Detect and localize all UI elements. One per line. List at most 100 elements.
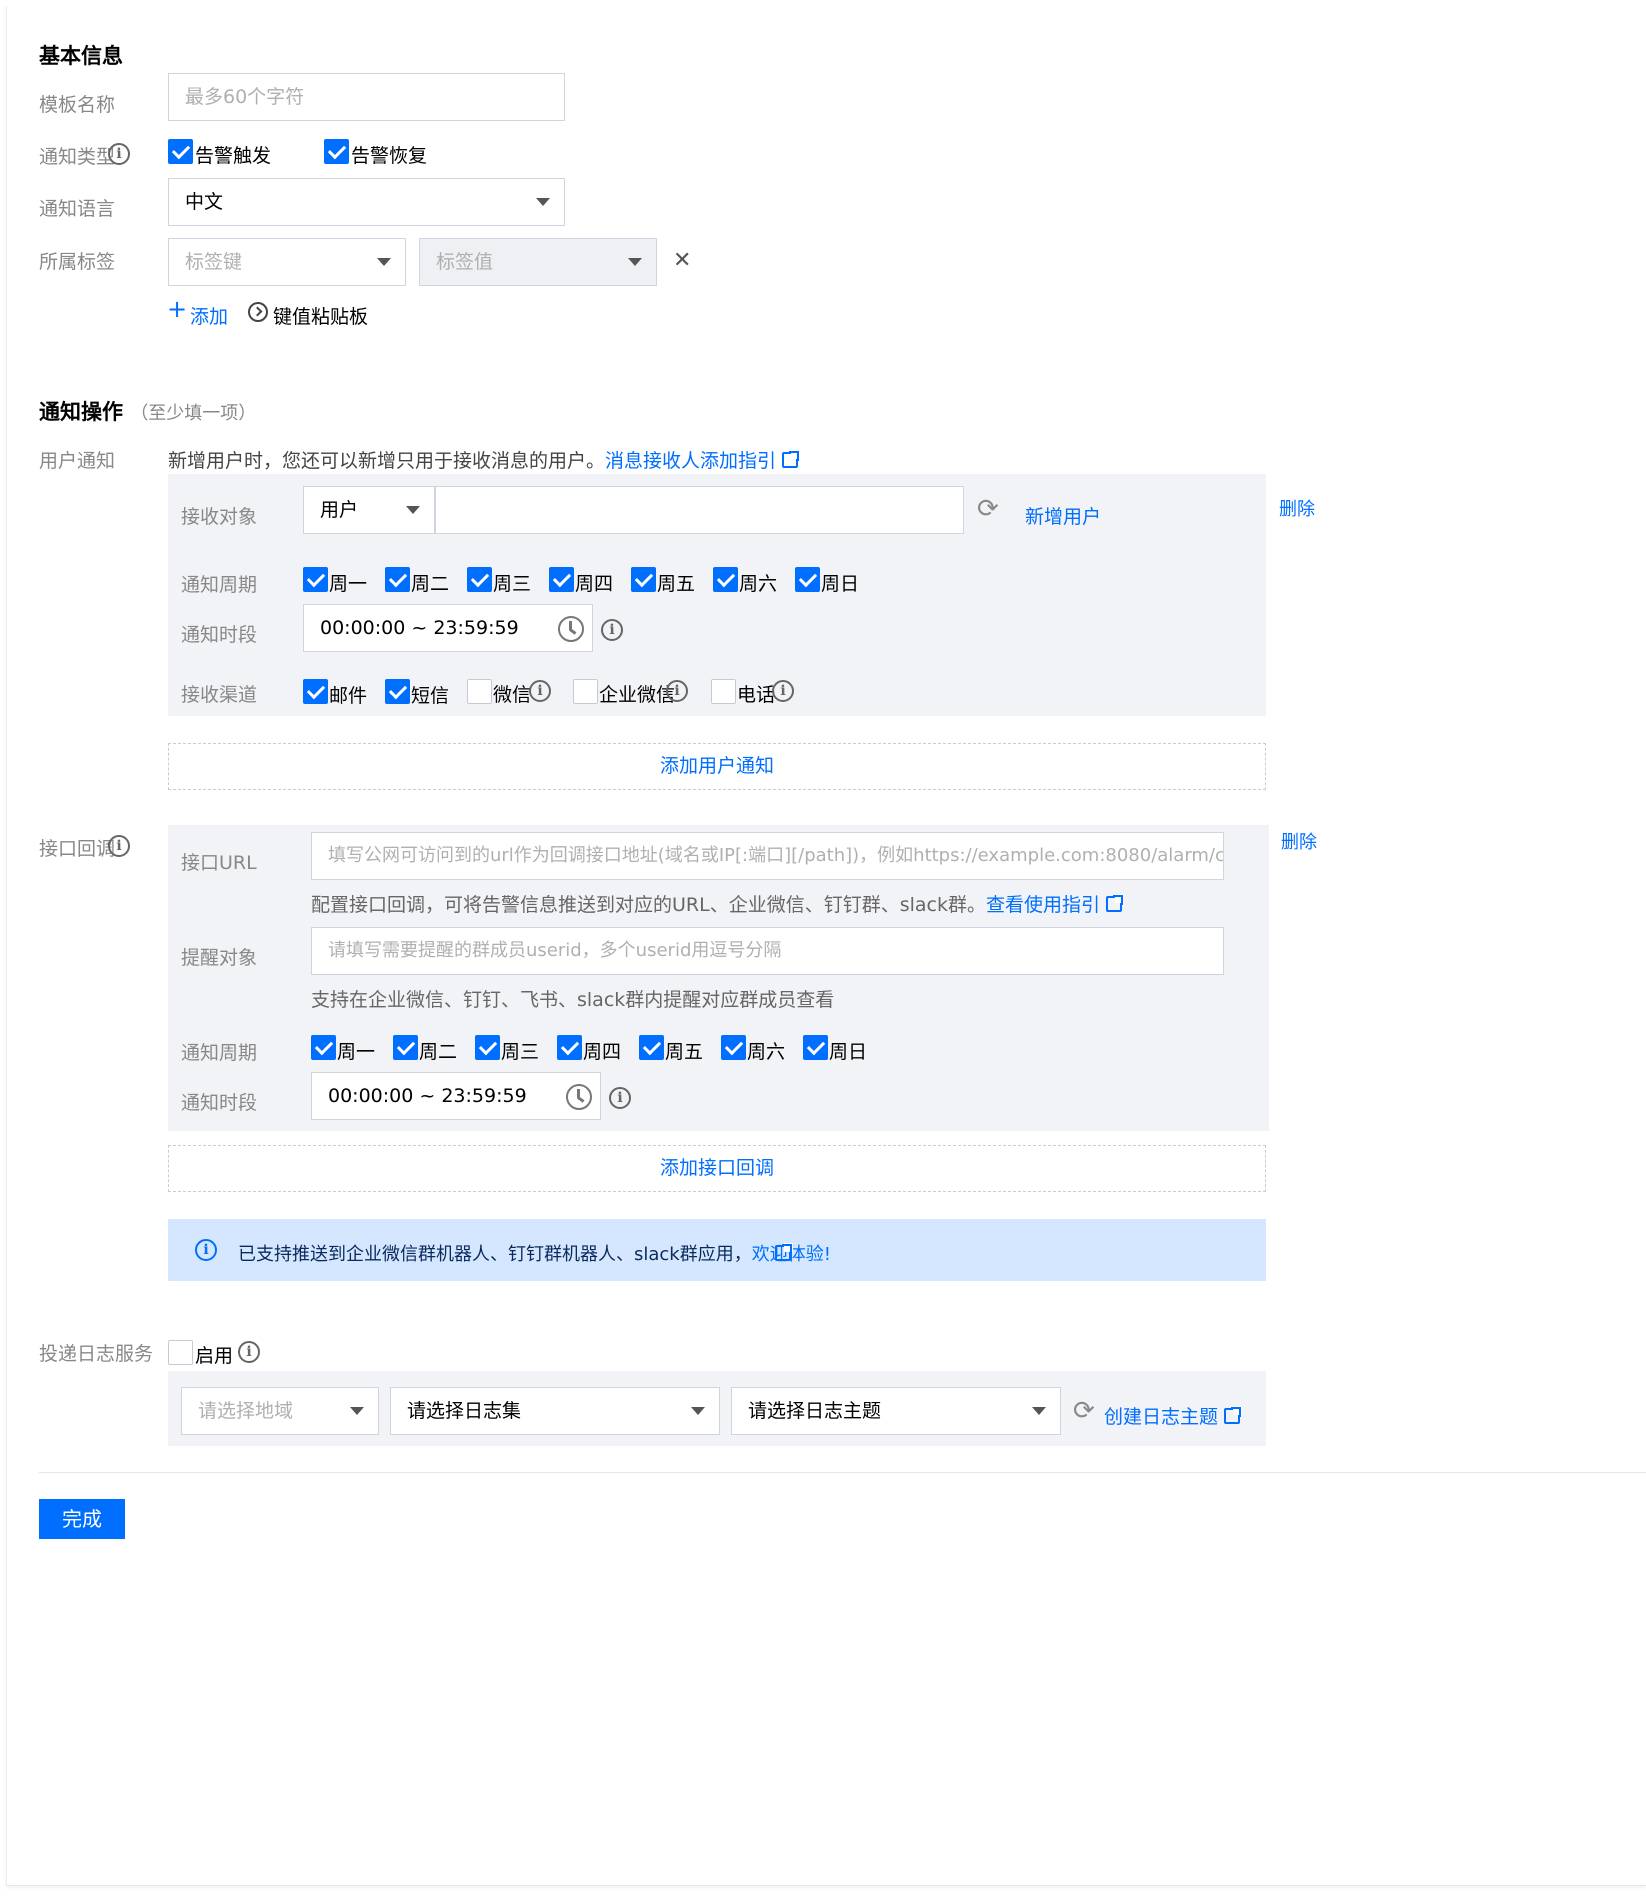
day-label: 周六 — [747, 1041, 786, 1063]
log-info-icon[interactable]: i — [238, 1341, 260, 1363]
callback-period-info-icon[interactable]: i — [609, 1087, 631, 1109]
close-icon[interactable]: ✕ — [673, 248, 691, 273]
add-user-link[interactable]: 新增用户 — [1025, 502, 1101, 529]
day-label: 周三 — [501, 1041, 540, 1063]
refresh-icon[interactable]: ⟳ — [1073, 1398, 1095, 1424]
checkbox-tue[interactable] — [393, 1035, 418, 1060]
refresh-icon[interactable]: ⟳ — [977, 496, 999, 522]
phone-info-icon[interactable]: i — [772, 680, 794, 702]
day-label: 周三 — [493, 573, 532, 595]
language-select[interactable]: 中文 — [168, 178, 565, 226]
remind-label: 提醒对象 — [181, 947, 258, 969]
callback-url-hint: 配置接口回调，可将告警信息推送到对应的URL、企业微信、钉钉群、slack群。查… — [311, 890, 1124, 917]
checkbox-sat[interactable] — [721, 1035, 746, 1060]
checkbox-mon[interactable] — [311, 1035, 336, 1060]
banner-text: 已支持推送到企业微信群机器人、钉钉群机器人、slack群应用， — [238, 1244, 752, 1265]
channel-wechat-label: 微信 — [493, 684, 532, 706]
tags-label: 所属标签 — [39, 251, 116, 273]
callback-period-label: 通知时段 — [181, 1092, 258, 1114]
checkbox-alarm-recover-label: 告警恢复 — [351, 145, 428, 167]
checkbox-thu[interactable] — [549, 567, 574, 592]
checkbox-alarm-trigger[interactable] — [168, 139, 193, 164]
receiver-input[interactable] — [435, 486, 964, 534]
tag-key-select[interactable]: 标签键 — [168, 238, 406, 286]
create-topic-link[interactable]: 创建日志主题 — [1104, 1406, 1218, 1428]
checkbox-email[interactable] — [303, 679, 328, 704]
done-button[interactable]: 完成 — [39, 1499, 125, 1539]
user-notify-label: 用户通知 — [39, 450, 116, 472]
remind-hint: 支持在企业微信、钉钉、飞书、slack群内提醒对应群成员查看 — [311, 989, 835, 1011]
clock-icon[interactable] — [558, 616, 584, 642]
user-notify-guide-link[interactable]: 消息接收人添加指引 — [605, 450, 776, 472]
user-notify-hint-text: 新增用户时，您还可以新增只用于接收消息的用户。 — [168, 450, 606, 472]
chevron-down-icon — [406, 506, 420, 514]
day-label: 周日 — [829, 1041, 868, 1063]
callback-info-icon[interactable]: i — [108, 835, 130, 857]
checkbox-log-enable[interactable] — [168, 1340, 193, 1365]
channel-phone-label: 电话 — [737, 684, 776, 706]
chevron-down-icon — [1032, 1407, 1046, 1415]
region-select[interactable]: 请选择地域 — [181, 1387, 379, 1435]
delete-user-notify-link[interactable]: 删除 — [1279, 495, 1315, 521]
clipboard-icon[interactable] — [248, 302, 268, 322]
checkbox-wechat[interactable] — [467, 679, 492, 704]
checkbox-sms[interactable] — [385, 679, 410, 704]
template-name-input[interactable]: 最多60个字符 — [168, 73, 565, 121]
checkbox-sun[interactable] — [795, 567, 820, 592]
callback-period-picker[interactable]: 00:00:00 ~ 23:59:59 — [311, 1072, 601, 1120]
day-label: 周六 — [739, 573, 778, 595]
checkbox-sat[interactable] — [713, 567, 738, 592]
notify-type-label: 通知类型 — [39, 146, 116, 168]
add-user-notify-button[interactable]: 添加用户通知 — [168, 743, 1266, 790]
topic-select[interactable]: 请选择日志主题 — [731, 1387, 1061, 1435]
checkbox-fri[interactable] — [639, 1035, 664, 1060]
logset-select[interactable]: 请选择日志集 — [390, 1387, 720, 1435]
plus-icon[interactable]: + — [167, 297, 187, 321]
callback-url-label: 接口URL — [181, 852, 257, 874]
callback-url-hint-text: 配置接口回调，可将告警信息推送到对应的URL、企业微信、钉钉群、slack群。 — [311, 894, 986, 916]
day-label: 周一 — [329, 573, 368, 595]
template-name-label: 模板名称 — [39, 94, 116, 116]
callback-guide-link[interactable]: 查看使用指引 — [986, 894, 1100, 916]
checkbox-wed[interactable] — [475, 1035, 500, 1060]
period-info-icon[interactable]: i — [601, 619, 623, 641]
delete-callback-link[interactable]: 删除 — [1281, 828, 1317, 854]
receiver-type-select[interactable]: 用户 — [303, 486, 435, 534]
external-link-icon[interactable] — [1105, 894, 1124, 912]
checkbox-tue[interactable] — [385, 567, 410, 592]
channel-sms-label: 短信 — [411, 685, 450, 707]
checkbox-fri[interactable] — [631, 567, 656, 592]
banner-external-link-icon[interactable] — [769, 1243, 793, 1265]
clipboard-link[interactable]: 键值粘贴板 — [273, 302, 368, 329]
notify-type-info-icon[interactable]: i — [108, 143, 130, 165]
external-link-icon[interactable] — [1224, 1406, 1243, 1424]
checkbox-wed[interactable] — [467, 567, 492, 592]
checkbox-alarm-recover[interactable] — [324, 139, 349, 164]
add-tag-link[interactable]: 添加 — [190, 302, 228, 329]
callback-cycle-label: 通知周期 — [181, 1042, 258, 1064]
checkbox-mon[interactable] — [303, 567, 328, 592]
tag-key-placeholder: 标签键 — [185, 251, 243, 273]
remind-input[interactable]: 请填写需要提醒的群成员userid，多个userid用逗号分隔 — [311, 927, 1224, 975]
create-topic[interactable]: 创建日志主题 — [1104, 1402, 1243, 1429]
footer-divider — [39, 1472, 1646, 1473]
checkbox-phone[interactable] — [711, 679, 736, 704]
chevron-down-icon — [377, 258, 391, 266]
topic-value: 请选择日志主题 — [748, 1400, 882, 1422]
day-label: 周五 — [665, 1041, 704, 1063]
checkbox-wecom[interactable] — [573, 679, 598, 704]
wechat-info-icon[interactable]: i — [529, 680, 551, 702]
user-period-picker[interactable]: 00:00:00 ~ 23:59:59 — [303, 604, 593, 652]
clock-icon[interactable] — [566, 1084, 592, 1110]
add-callback-button[interactable]: 添加接口回调 — [168, 1145, 1266, 1192]
channel-label: 接收渠道 — [181, 684, 258, 706]
checkbox-sun[interactable] — [803, 1035, 828, 1060]
log-enable-label: 启用 — [195, 1345, 234, 1367]
checkbox-thu[interactable] — [557, 1035, 582, 1060]
wecom-info-icon[interactable]: i — [666, 680, 688, 702]
callback-url-input[interactable]: 填写公网可访问到的url作为回调接口地址(域名或IP[:端口][/path])，… — [311, 832, 1224, 880]
external-link-icon[interactable] — [782, 450, 801, 468]
section-title-basic: 基本信息 — [39, 44, 123, 68]
day-label: 周二 — [411, 573, 450, 595]
language-label: 通知语言 — [39, 198, 116, 220]
